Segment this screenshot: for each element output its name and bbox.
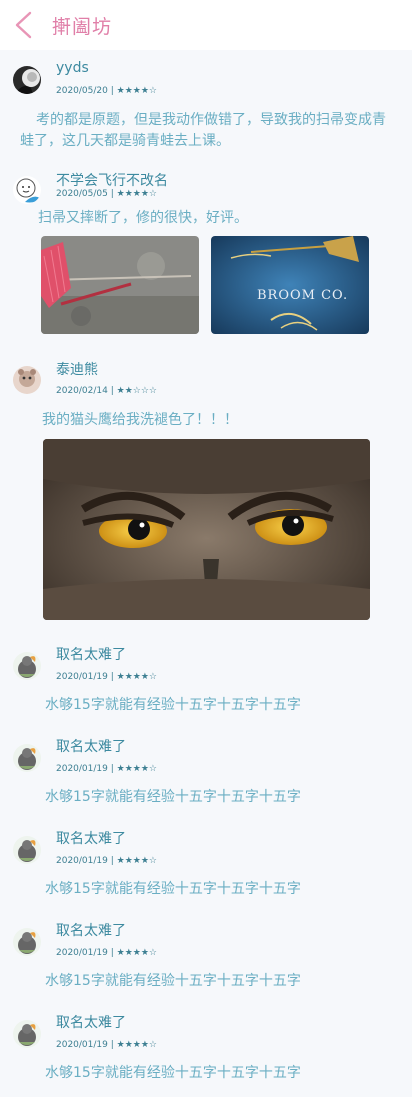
- review-photo[interactable]: [41, 236, 199, 334]
- review-meta: 2020/01/19 | ★★★★☆: [56, 856, 157, 866]
- review-date: 2020/05/20: [56, 86, 108, 96]
- review-date: 2020/01/19: [56, 856, 108, 866]
- reviewer-name[interactable]: 取名太难了: [56, 644, 126, 664]
- review-item: 取名太难了 2020/01/19 | ★★★★☆ 水够15字就能有经验十五字十五…: [0, 1010, 412, 1090]
- avatar[interactable]: [13, 176, 41, 204]
- review-item: 泰迪熊 2020/02/14 | ★★☆☆☆ 我的猫头鹰给我洗褪色了！！！: [0, 358, 412, 623]
- rating-stars: ★★★★☆: [116, 672, 157, 682]
- reviewer-name[interactable]: 取名太难了: [56, 828, 126, 848]
- review-meta: 2020/02/14 | ★★☆☆☆: [56, 386, 157, 396]
- review-item: 取名太难了 2020/01/19 | ★★★★☆ 水够15字就能有经验十五字十五…: [0, 826, 412, 906]
- review-item: 取名太难了 2020/01/19 | ★★★★☆ 水够15字就能有经验十五字十五…: [0, 918, 412, 998]
- page-title: 搟阖坊: [52, 16, 113, 38]
- rating-stars: ★★★★☆: [116, 86, 157, 96]
- review-meta: 2020/01/19 | ★★★★☆: [56, 948, 157, 958]
- reviewer-name[interactable]: yyds: [56, 60, 89, 76]
- rating-stars: ★★★★☆: [116, 856, 157, 866]
- photo-caption: BROOM CO.: [257, 288, 349, 303]
- review-meta: 2020/01/19 | ★★★★☆: [56, 1040, 157, 1050]
- review-date: 2020/01/19: [56, 948, 108, 958]
- avatar[interactable]: [13, 836, 41, 864]
- avatar[interactable]: [13, 366, 41, 394]
- avatar[interactable]: [13, 928, 41, 956]
- back-arrow-icon[interactable]: [12, 10, 36, 40]
- review-date: 2020/01/19: [56, 672, 108, 682]
- reviewer-name[interactable]: 不学会飞行不改名: [56, 170, 168, 190]
- review-text: 水够15字就能有经验十五字十五字十五字: [45, 789, 301, 805]
- rating-stars: ★★☆☆☆: [116, 386, 157, 396]
- review-item: 取名太难了 2020/01/19 | ★★★★☆ 水够15字就能有经验十五字十五…: [0, 642, 412, 722]
- review-text: 水够15字就能有经验十五字十五字十五字: [45, 697, 301, 713]
- review-text: 水够15字就能有经验十五字十五字十五字: [45, 973, 301, 989]
- reviewer-name[interactable]: 取名太难了: [56, 920, 126, 940]
- review-date: 2020/02/14: [56, 386, 108, 396]
- avatar[interactable]: [13, 1020, 41, 1048]
- rating-stars: ★★★★☆: [116, 764, 157, 774]
- reviewer-name[interactable]: 泰迪熊: [56, 359, 98, 379]
- review-meta: 2020/01/19 | ★★★★☆: [56, 672, 157, 682]
- avatar[interactable]: [13, 66, 41, 94]
- rating-stars: ★★★★☆: [116, 1040, 157, 1050]
- review-photo[interactable]: [43, 439, 370, 620]
- reviewer-name[interactable]: 取名太难了: [56, 736, 126, 756]
- review-meta: 2020/05/20 | ★★★★☆: [56, 86, 157, 96]
- review-photo[interactable]: BROOM CO.: [211, 236, 369, 334]
- review-date: 2020/01/19: [56, 1040, 108, 1050]
- review-text: 扫帚又摔断了，修的很快，好评。: [38, 210, 248, 226]
- reviewer-name[interactable]: 取名太难了: [56, 1012, 126, 1032]
- review-text: 考的都是原题，但是我动作做错了，导致我的扫帚变成青蛙了，这几天都是骑青蛙去上课。: [20, 112, 386, 149]
- review-meta: 2020/05/05 | ★★★★☆: [56, 189, 157, 199]
- review-text: 水够15字就能有经验十五字十五字十五字: [45, 1065, 301, 1081]
- review-text: 水够15字就能有经验十五字十五字十五字: [45, 881, 301, 897]
- avatar[interactable]: [13, 744, 41, 772]
- review-date: 2020/01/19: [56, 764, 108, 774]
- review-item: 取名太难了 2020/01/19 | ★★★★☆ 水够15字就能有经验十五字十五…: [0, 734, 412, 814]
- review-date: 2020/05/05: [56, 189, 108, 199]
- review-text: 我的猫头鹰给我洗褪色了！！！: [42, 412, 238, 428]
- review-item: yyds 2020/05/20 | ★★★★☆ 考的都是原题，但是我动作做错了，…: [0, 58, 412, 158]
- avatar[interactable]: [13, 652, 41, 680]
- rating-stars: ★★★★☆: [116, 948, 157, 958]
- review-meta: 2020/01/19 | ★★★★☆: [56, 764, 157, 774]
- top-bar: 搟阖坊: [0, 0, 412, 50]
- review-item: 不学会飞行不改名 2020/05/05 | ★★★★☆ 扫帚又摔断了，修的很快，…: [0, 168, 412, 338]
- rating-stars: ★★★★☆: [116, 189, 157, 199]
